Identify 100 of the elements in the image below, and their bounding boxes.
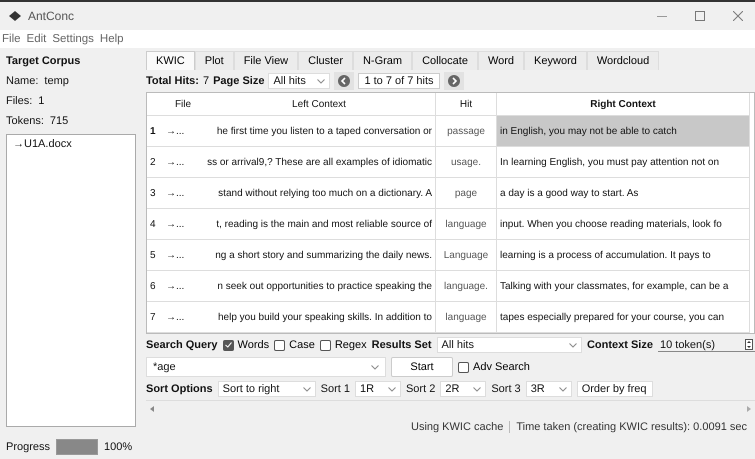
sort-dropdown[interactable]: Sort to right <box>218 381 316 397</box>
table-cell: learning is a process of accumulation. It pays to <box>496 240 750 270</box>
sort-dropdown[interactable]: 1R <box>354 381 401 397</box>
results-set-dropdown[interactable]: All hits <box>436 337 582 353</box>
table-cell: →... <box>163 270 203 302</box>
hits-range: 1 to 7 of 7 hits <box>358 73 440 89</box>
tab[interactable]: File View <box>234 51 298 70</box>
table-cell: →... <box>163 116 203 146</box>
close-icon[interactable] <box>733 11 743 21</box>
table-cell: Talking with your classmates, for example, can be a <box>496 270 750 302</box>
progress-reading: 100% <box>104 441 132 453</box>
next-button[interactable] <box>444 72 464 90</box>
table-cell: →... <box>163 240 203 270</box>
caret-icon <box>558 386 567 392</box>
field-label: Results Set <box>372 339 432 351</box>
table-cell: ng a short story and summarizing the daily news. <box>203 240 436 270</box>
row-number: 5 <box>147 240 163 270</box>
tab[interactable]: Wordcloud <box>586 51 660 70</box>
progress-bar <box>56 439 98 455</box>
column-header[interactable]: File <box>163 93 203 116</box>
order-dropdown[interactable]: Order by freq <box>576 381 653 397</box>
caret-icon <box>371 364 379 370</box>
table-cell: he first time you listen to a taped conversation or <box>203 116 436 146</box>
table-cell: help you build your speaking skills. In addition to <box>203 302 436 332</box>
column-header[interactable]: Left Context <box>203 93 436 116</box>
table-cell: tapes especially prepared for your course, you can <box>496 302 750 332</box>
start-button[interactable]: Start <box>391 357 453 377</box>
table-cell: page <box>436 178 496 208</box>
maximize-icon[interactable] <box>695 11 705 21</box>
tab[interactable]: Cluster <box>298 51 353 70</box>
table-cell: language <box>436 302 496 332</box>
status-text: Using KWIC cache <box>411 421 504 433</box>
row-number: 6 <box>147 270 163 302</box>
table-cell: →... <box>163 302 203 332</box>
table-cell: n seek out opportunities to practice speaking the <box>203 270 436 302</box>
field-label: Sort Options <box>146 383 213 395</box>
checkbox[interactable]: Adv Search <box>458 361 530 373</box>
previous-button[interactable] <box>334 72 354 90</box>
table-cell: t, reading is the main and most reliable source of <box>203 208 436 240</box>
page-size-dropdown[interactable]: All hits <box>268 73 330 89</box>
table-cell: a day is a good way to start. As <box>496 178 750 208</box>
field-label: Sort 3 <box>491 383 521 395</box>
row-number: 7 <box>147 302 163 332</box>
caret-icon <box>317 78 326 84</box>
progress-label: Progress <box>6 441 50 453</box>
row-number: 2 <box>147 146 163 178</box>
sort-dropdown[interactable]: 3R <box>526 381 572 397</box>
row-number: 3 <box>147 178 163 208</box>
tab[interactable]: Plot <box>194 51 234 70</box>
tab[interactable]: Keyword <box>524 51 587 70</box>
tab[interactable]: KWIC <box>146 51 195 70</box>
table-cell: →... <box>163 208 203 240</box>
checkbox[interactable]: Case <box>274 339 315 351</box>
file-item[interactable]: →U1A.docx <box>11 138 131 150</box>
caret-icon <box>473 386 482 392</box>
field-value: temp <box>44 75 69 87</box>
scroll-right-icon[interactable] <box>747 406 751 412</box>
tab[interactable]: N-Gram <box>352 51 412 70</box>
checkbox[interactable]: Regex <box>320 339 367 351</box>
status-text: Time taken (creating KWIC results): 0.0091 sec <box>509 421 747 433</box>
column-header[interactable]: Hit <box>436 93 496 116</box>
row-number: 1 <box>147 116 163 146</box>
table-cell: ss or arrival9,? These are all examples of idiomatic <box>203 146 436 178</box>
checkbox[interactable]: Words <box>222 339 270 351</box>
menu-item[interactable]: Settings <box>52 33 94 45</box>
menu-item[interactable]: Help <box>100 33 124 45</box>
search-field[interactable]: *age <box>146 357 386 377</box>
table-cell: →... <box>163 146 203 178</box>
field-label: Name: <box>6 75 38 87</box>
menu-item[interactable]: Edit <box>26 33 46 45</box>
field-label: Sort 2 <box>406 383 436 395</box>
check-icon <box>224 342 232 348</box>
tab[interactable]: Word <box>478 51 524 70</box>
field-label: Total Hits: <box>146 75 199 87</box>
window-title: AntConc <box>28 9 76 23</box>
total-hits: 7 <box>202 75 210 87</box>
menu-item[interactable]: File <box>2 33 21 45</box>
tab[interactable]: Collocate <box>412 51 478 70</box>
caret-icon <box>388 386 396 392</box>
scroll-left-icon[interactable] <box>150 406 154 412</box>
table-cell: Language <box>436 240 496 270</box>
field-label: Page Size <box>213 75 264 87</box>
table-cell: →... <box>163 178 203 208</box>
table-cell: In learning English, you must pay attention not on <box>496 146 750 178</box>
field-label: Search Query <box>146 339 218 351</box>
field-label: Files: <box>6 95 32 107</box>
table-cell: language <box>436 208 496 240</box>
field-value: 715 <box>50 115 68 127</box>
table-cell: in English, you may not be able to catch <box>496 116 750 146</box>
corpus-heading: Target Corpus <box>6 54 82 69</box>
context-size-spinner[interactable]: 10 token(s) <box>658 338 755 352</box>
sort-dropdown[interactable]: 2R <box>440 381 486 397</box>
table-cell: language. <box>436 270 496 302</box>
field-label: Sort 1 <box>320 383 350 395</box>
row-number: 4 <box>147 208 163 240</box>
table-cell: stand without relying too much on a dictionary. A <box>203 178 436 208</box>
field-label: Tokens: <box>6 115 44 127</box>
field-value: 1 <box>38 95 44 107</box>
table-cell: input. When you choose reading materials, look fo <box>496 208 750 240</box>
caret-icon <box>568 342 577 348</box>
